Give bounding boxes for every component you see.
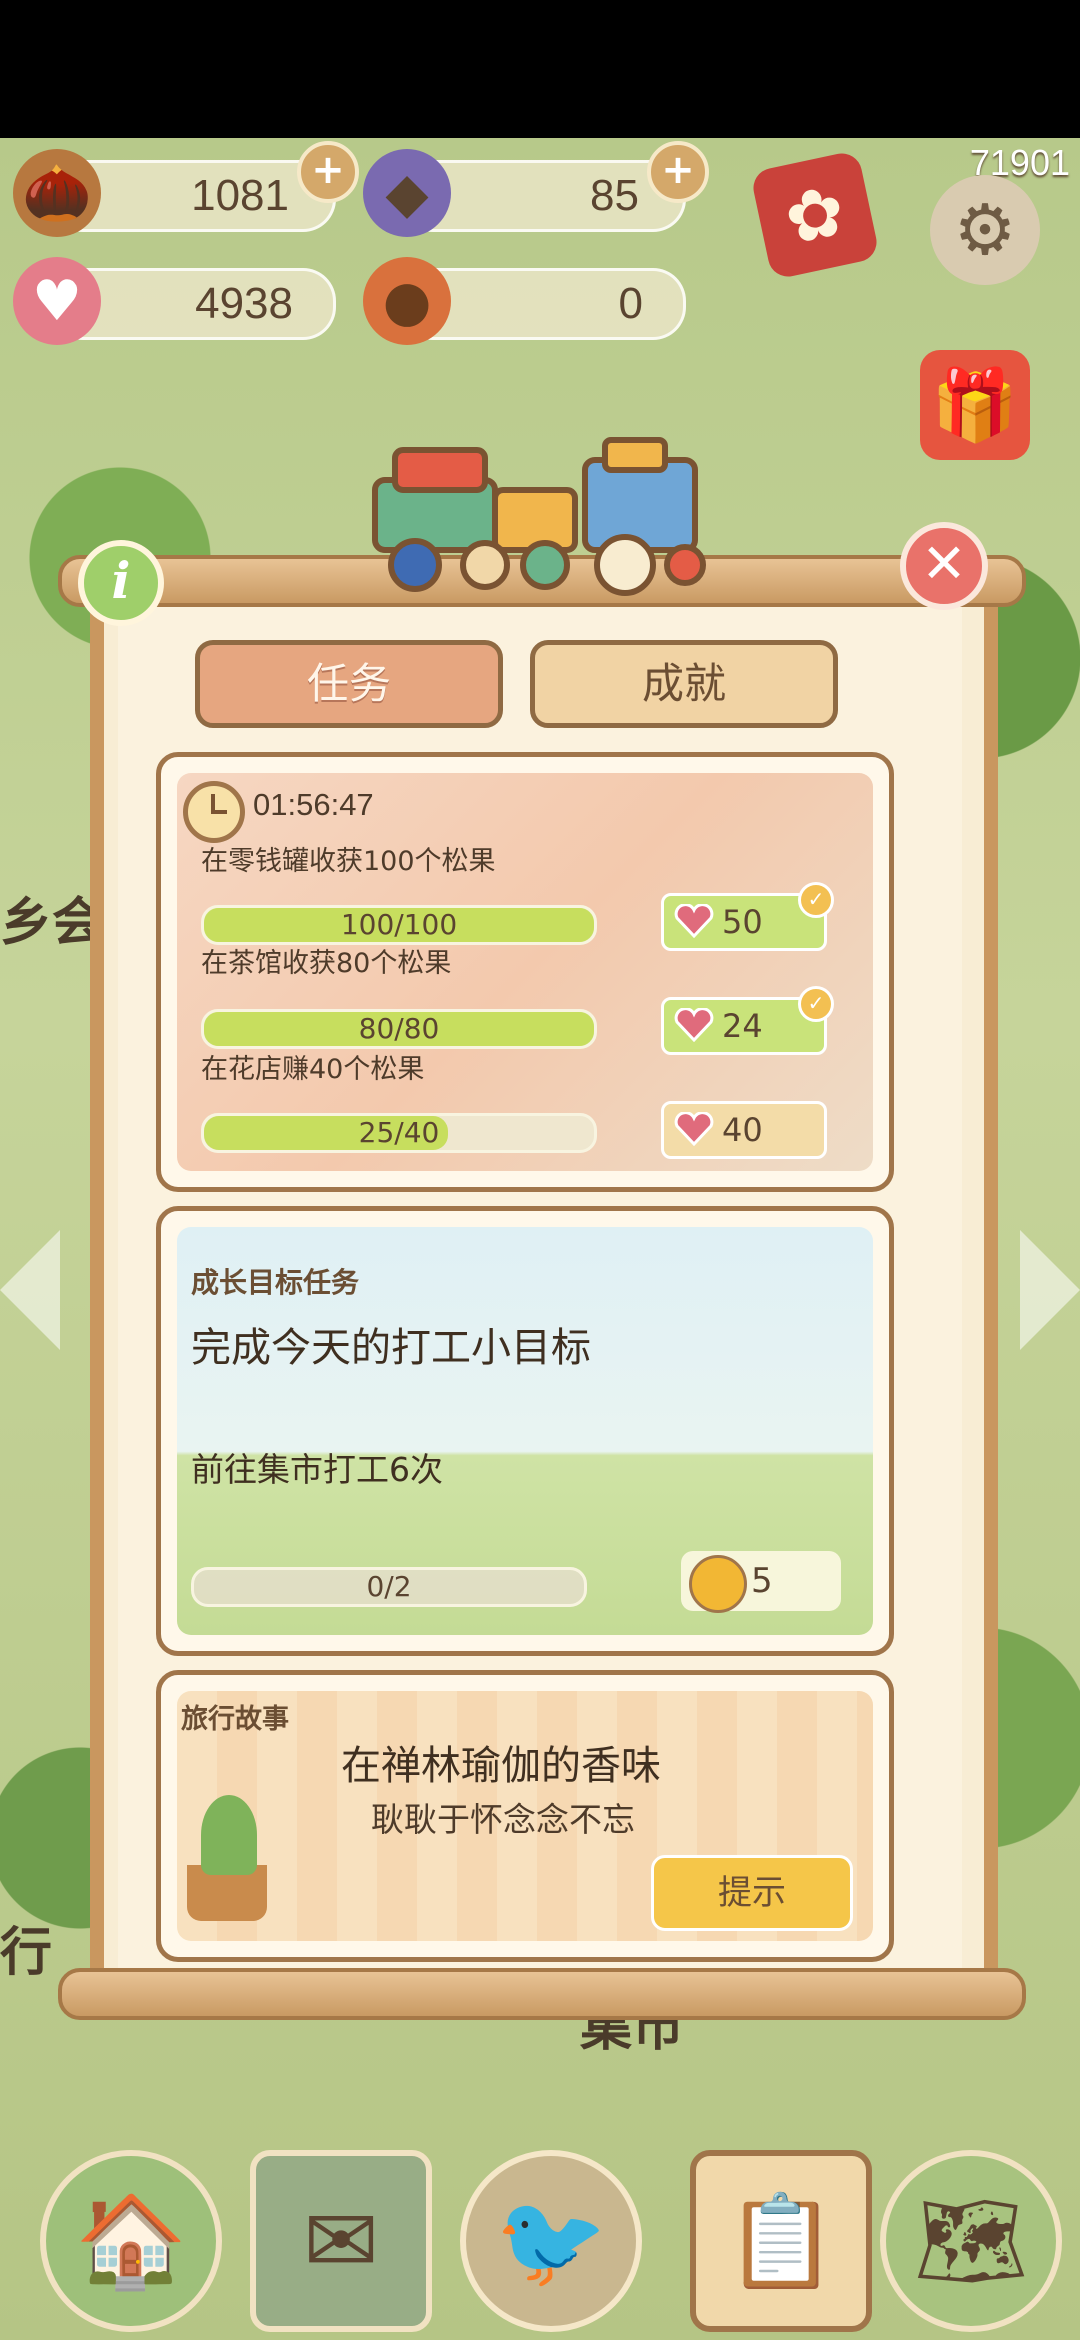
heart-gem-icon [674, 1008, 714, 1042]
info-button[interactable]: i [78, 540, 164, 626]
persimmon-value: 0 [618, 279, 643, 328]
task-1-progress-text: 100/100 [340, 908, 458, 941]
settings-gear-icon[interactable]: ⚙ [930, 175, 1040, 285]
map-nav-icon[interactable]: 🗺 [880, 2150, 1062, 2332]
task-3-progress: 25/40 [201, 1113, 597, 1153]
task-2-reward[interactable]: 24 ✓ [661, 986, 834, 1055]
status-bar [0, 0, 1080, 138]
daily-timer: 01:56:47 [253, 787, 374, 822]
bird-nav-icon[interactable]: 🐦 [460, 2150, 642, 2332]
scroll-bottom-rod [58, 1968, 1026, 2020]
bell-icon [689, 1555, 747, 1613]
tab-achievements[interactable]: 成就 [530, 640, 838, 728]
gem-value: 85 [590, 171, 639, 220]
task-2-progress-text: 80/80 [358, 1012, 440, 1045]
gem-icon: ◆ [363, 149, 451, 237]
close-button[interactable]: ✕ [900, 522, 988, 610]
task-3-title: 在花店赚40个松果 [201, 1054, 425, 1085]
travel-title: 在禅林瑜伽的香味 [341, 1743, 661, 1789]
growth-goal-card: 成长目标任务 完成今天的打工小目标 前往集市打工6次 0/2 5 [156, 1206, 894, 1656]
map-label-left-top: 乡会 [0, 893, 105, 953]
daily-tasks-card: 01:56:47 在零钱罐收获100个松果 100/100 50 ✓ 在茶馆收获… [156, 752, 894, 1192]
task-3-progress-text: 25/40 [358, 1116, 440, 1149]
add-gem-button[interactable]: + [647, 141, 709, 203]
acorn-icon: 🌰 [13, 149, 101, 237]
task-3-reward[interactable]: 40 [661, 1101, 827, 1159]
task-2-reward-value: 24 [722, 1007, 763, 1045]
toy-train-icon [372, 437, 706, 596]
task-1-title: 在零钱罐收获100个松果 [201, 846, 496, 877]
bottom-nav: 🏠 ✉ 🐦 📋 🗺 [0, 2150, 1080, 2340]
heart-gem-icon [674, 904, 714, 938]
task-2-title: 在茶馆收获80个松果 [201, 948, 452, 979]
travel-story-card: 旅行故事 在禅林瑜伽的香味 耿耿于怀念念不忘 提示 [156, 1670, 894, 1962]
album-icon[interactable]: ✿ [749, 149, 881, 281]
claimed-check-icon: ✓ [798, 986, 834, 1022]
heart-value: 4938 [195, 279, 293, 328]
map-label-left-bottom: 行 [0, 1923, 53, 1983]
acorn-value: 1081 [191, 171, 289, 220]
hint-button[interactable]: 提示 [651, 1855, 853, 1931]
clock-icon [183, 781, 245, 843]
heart-gem-icon [674, 1112, 714, 1146]
growth-reward[interactable]: 5 [681, 1551, 841, 1613]
growth-reward-value: 5 [751, 1561, 773, 1601]
add-acorn-button[interactable]: + [297, 141, 359, 203]
heart-counter: ♥ 4938 [13, 257, 336, 345]
task-1-reward[interactable]: 50 ✓ [661, 882, 834, 951]
growth-task: 前往集市打工6次 [191, 1450, 443, 1489]
growth-section-label: 成长目标任务 [191, 1266, 360, 1299]
growth-title: 完成今天的打工小目标 [191, 1325, 591, 1371]
task-2-progress: 80/80 [201, 1009, 597, 1049]
acorn-counter: 🌰 1081 + [13, 141, 359, 237]
growth-progress: 0/2 [191, 1567, 587, 1607]
task-3-reward-value: 40 [722, 1111, 763, 1149]
home-nav-icon[interactable]: 🏠 [40, 2150, 222, 2332]
heart-gem-icon: ♥ [13, 257, 101, 345]
travel-section-label: 旅行故事 [181, 1704, 289, 1735]
task-1-reward-value: 50 [722, 903, 763, 941]
persimmon-counter: ● 0 [363, 257, 686, 345]
clipboard-nav-icon[interactable]: 📋 [690, 2150, 872, 2332]
growth-progress-text: 0/2 [366, 1570, 412, 1603]
plant-leaves-icon [201, 1795, 257, 1875]
mail-nav-icon[interactable]: ✉ [250, 2150, 432, 2332]
task-1-progress: 100/100 [201, 905, 597, 945]
tab-tasks[interactable]: 任务 [195, 640, 503, 728]
gem-counter: ◆ 85 + [363, 141, 709, 237]
travel-subtitle: 耿耿于怀念念不忘 [371, 1800, 635, 1839]
gift-icon[interactable]: 🎁 [920, 350, 1030, 460]
claimed-check-icon: ✓ [798, 882, 834, 918]
persimmon-icon: ● [363, 257, 451, 345]
